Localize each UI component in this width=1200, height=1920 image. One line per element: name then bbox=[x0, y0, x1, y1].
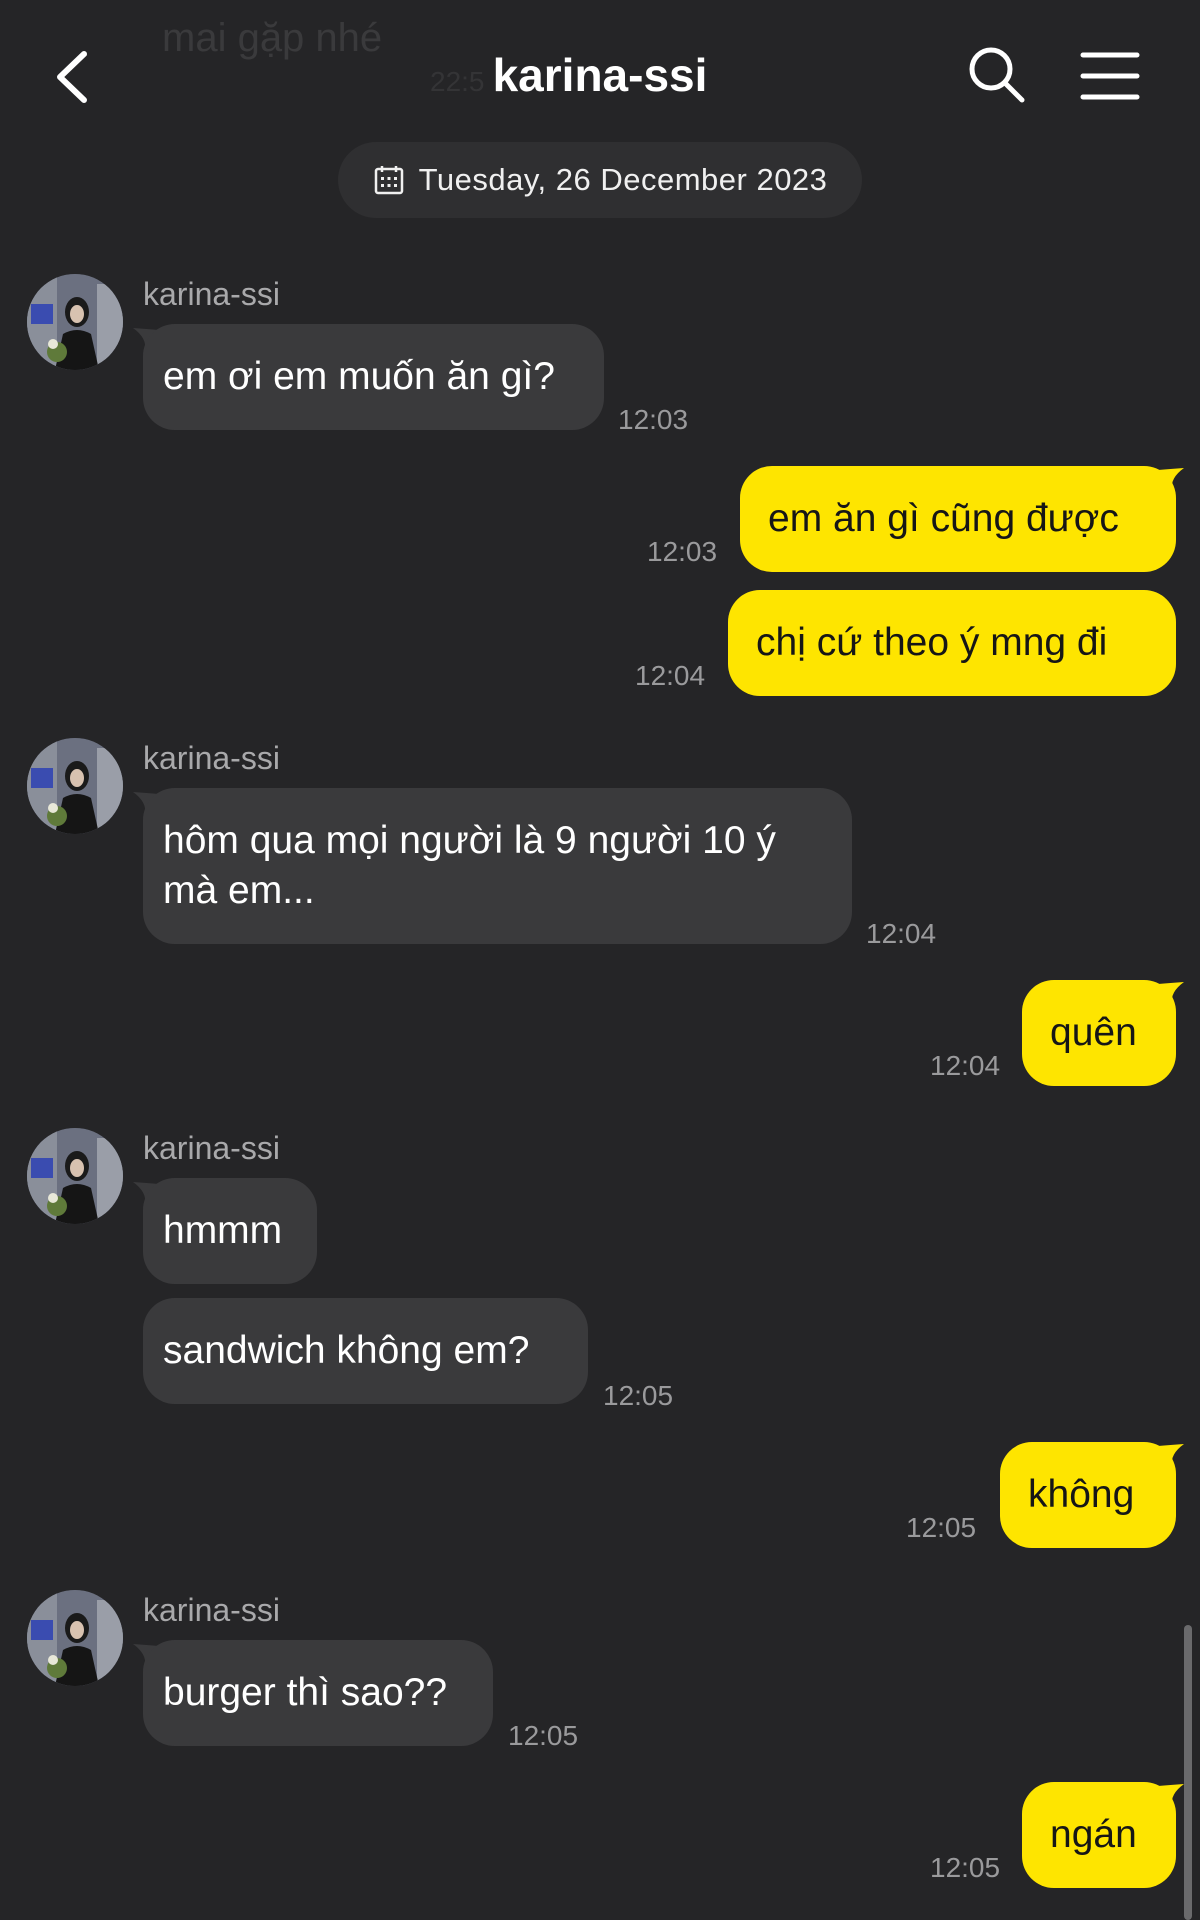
search-icon bbox=[969, 47, 1025, 103]
avatar-photo bbox=[27, 738, 123, 834]
outgoing-message[interactable]: ngán bbox=[1022, 1782, 1176, 1888]
message-time: 12:05 bbox=[906, 1512, 977, 1543]
avatar[interactable] bbox=[27, 274, 123, 370]
avatar[interactable] bbox=[27, 1128, 123, 1224]
bubble-tail bbox=[1158, 982, 1184, 1004]
sender-name: karina-ssi bbox=[143, 1592, 280, 1628]
avatar[interactable] bbox=[27, 1590, 123, 1686]
message-time: 12:04 bbox=[866, 918, 937, 949]
sender-name: karina-ssi bbox=[143, 740, 280, 776]
message-time: 12:03 bbox=[618, 404, 689, 435]
incoming-message[interactable]: em ơi em muốn ăn gì? bbox=[143, 324, 604, 430]
hamburger-menu-icon bbox=[1080, 52, 1140, 100]
chat-screen: mai gặp nhé 22:5 karina-ssi Tuesday, 26 … bbox=[0, 0, 1200, 1920]
scrollbar[interactable] bbox=[1184, 1625, 1192, 1920]
message-time: 12:05 bbox=[603, 1380, 674, 1411]
message-line: mà em... bbox=[163, 869, 315, 912]
incoming-message[interactable]: hôm qua mọi người là 9 người 10 ý mà em.… bbox=[143, 788, 852, 944]
outgoing-message[interactable]: chị cứ theo ý mng đi bbox=[728, 590, 1176, 696]
chat-header: karina-ssi bbox=[0, 0, 1200, 150]
incoming-message[interactable]: sandwich không em? bbox=[143, 1298, 588, 1404]
message-time: 12:04 bbox=[930, 1050, 1001, 1081]
search-button[interactable] bbox=[966, 44, 1028, 106]
message-time: 12:05 bbox=[508, 1720, 579, 1751]
incoming-message[interactable]: hmmm bbox=[143, 1178, 317, 1284]
message-line: hôm qua mọi người là 9 người 10 ý bbox=[163, 819, 776, 862]
calendar-icon bbox=[374, 166, 403, 195]
message-time: 12:04 bbox=[635, 660, 706, 691]
message-time: 12:03 bbox=[647, 536, 718, 567]
incoming-message[interactable]: burger thì sao?? bbox=[143, 1640, 493, 1746]
avatar-photo bbox=[27, 1128, 123, 1224]
date-divider: Tuesday, 26 December 2023 bbox=[338, 142, 862, 218]
bubble-tail bbox=[1158, 1784, 1184, 1806]
outgoing-message[interactable]: không bbox=[1000, 1442, 1176, 1548]
date-label: Tuesday, 26 December 2023 bbox=[418, 162, 828, 197]
bubble-tail bbox=[1158, 1444, 1184, 1466]
outgoing-message[interactable]: quên bbox=[1022, 980, 1176, 1086]
avatar-photo bbox=[27, 1590, 123, 1686]
bubble-tail bbox=[1158, 468, 1184, 490]
message-time: 12:05 bbox=[930, 1852, 1001, 1883]
outgoing-message[interactable]: em ăn gì cũng được bbox=[740, 466, 1176, 572]
menu-button[interactable] bbox=[1080, 50, 1140, 102]
sender-name: karina-ssi bbox=[143, 276, 280, 312]
avatar-photo bbox=[27, 274, 123, 370]
sender-name: karina-ssi bbox=[143, 1130, 280, 1166]
avatar[interactable] bbox=[27, 738, 123, 834]
